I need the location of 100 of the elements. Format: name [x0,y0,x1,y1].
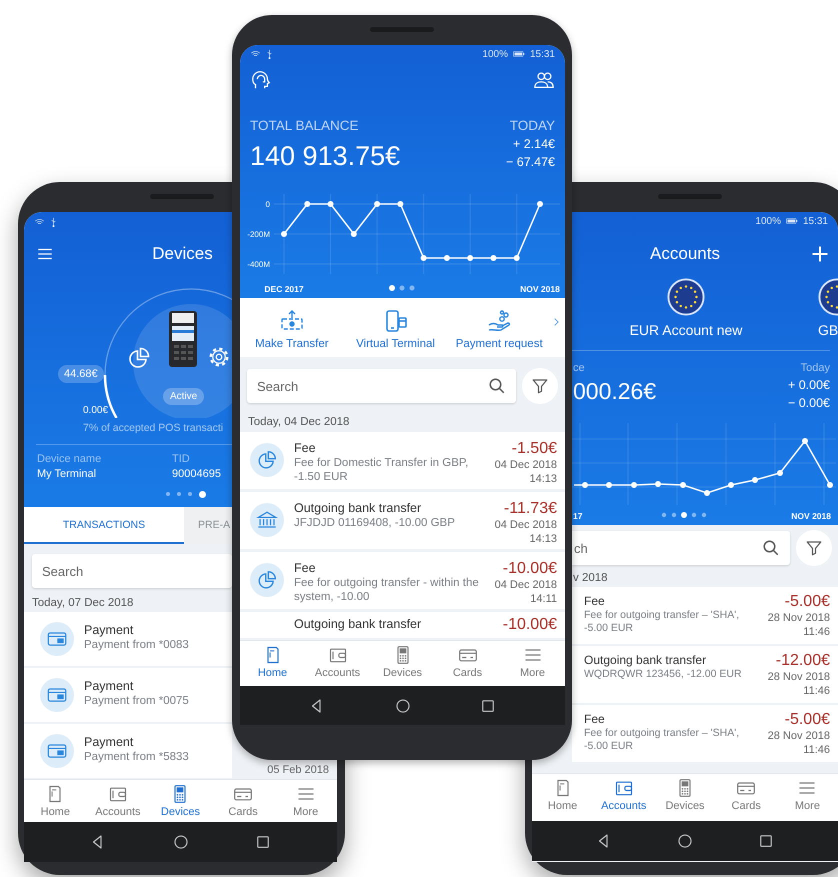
transaction-row[interactable]: Fee Fee for Domestic Transfer in GBP, -1.50 EUR -1.50€ 04 Dec 2018 14:13 [240,432,565,489]
transaction-description: Fee for outgoing transfer – 'SHA', -5.00 EUR [584,609,740,635]
transaction-row[interactable]: Outgoing bank transfer -10.00€ [240,612,565,638]
nav-item[interactable]: Cards [212,780,274,822]
recent-apps-icon[interactable] [757,832,775,850]
today-income: + 2.14€ [512,136,555,153]
data-point [490,255,496,261]
screen-title: Devices [152,244,213,264]
transaction-date: 04 Dec 2018 [494,578,557,592]
page-dot[interactable] [188,492,192,496]
battery-icon [784,215,800,227]
transaction-row[interactable]: Payment Payment from *5833 [24,724,232,778]
nav-item[interactable]: Home [24,780,87,822]
card-terminal-drawing [168,310,198,368]
transaction-amount: -5.00€ [784,711,830,729]
nav-item[interactable]: Cards [716,774,777,821]
search-field[interactable]: Search [247,369,516,403]
home-icon[interactable] [172,833,190,851]
nav-item[interactable]: Devices [370,641,435,686]
search-field[interactable]: Search [32,554,232,588]
data-point [350,231,357,237]
search-icon[interactable] [488,377,506,395]
nav-item[interactable]: More [274,780,337,822]
add-icon[interactable] [810,244,830,264]
transaction-title: Payment [84,734,134,750]
eu-flag-icon[interactable] [667,278,705,316]
filter-button[interactable] [522,368,558,404]
nav-item[interactable]: Devices [149,780,212,822]
pie-chart-icon[interactable] [127,346,151,370]
data-point [537,201,543,207]
transaction-row[interactable]: Payment Payment from *0075 [24,668,232,722]
today-label: TODAY [510,117,555,135]
quick-action[interactable]: Payment request [447,305,552,350]
tab[interactable]: PRE-A [184,507,232,544]
transaction-title: Fee [294,560,316,576]
data-point [514,255,520,261]
data-point [420,255,427,261]
transaction-amount: -12.00€ [776,652,830,670]
account-name[interactable]: GB [818,322,838,338]
date-header: Today, 07 Dec 2018 [32,597,134,609]
filter-button[interactable] [796,530,832,566]
quick-action[interactable]: Virtual Terminal [344,305,448,350]
transaction-title: Fee [294,440,316,456]
data-point [281,231,287,237]
transaction-amount: -10.00€ [502,616,557,634]
date-header: Today, 04 Dec 2018 [248,416,350,428]
transaction-row[interactable]: Fee Fee for outgoing transfer - within the system, -10.00 -10.00€ 04 Dec 2018 14:11 [240,552,565,609]
detail-label: TID [172,453,190,465]
transaction-row[interactable]: Outgoing bank transfer JFJDJD 01169408, -10.00 GBP -11.73€ 04 Dec 2018 14:13 [240,492,565,549]
transaction-row[interactable]: Fee Fee for outgoing transfer – 'SHA', -5.00 EUR -5.00€ 28 Nov 2018 11:46 [572,705,838,762]
nav-item[interactable]: Accounts [593,774,654,821]
transaction-date: 05 Feb 2018 [267,764,329,776]
nav-item[interactable]: More [776,774,838,821]
nav-item[interactable]: Home [532,774,594,821]
data-point [328,201,334,207]
transaction-date: 04 Dec 2018 [494,458,557,472]
transaction-row[interactable]: Payment Payment from *0083 [24,612,232,666]
settings-icon[interactable] [208,346,230,368]
data-point [397,201,404,207]
search-field[interactable]: ch [572,531,790,565]
battery-icon [510,48,527,60]
transaction-title: Outgoing bank transfer [294,500,422,516]
balance-amount: 140 913.75€ [250,141,400,172]
nav-item[interactable]: Cards [435,641,500,686]
status-badge: Active [163,388,204,405]
transaction-row[interactable]: Fee Fee for outgoing transfer – 'SHA', -5.00 EUR -5.00€ 28 Nov 2018 11:46 [572,587,838,644]
transaction-amount: -11.73€ [504,500,557,518]
home-icon[interactable] [394,697,412,715]
page-dot[interactable] [199,490,206,498]
nav-item[interactable]: More [500,641,565,686]
nav-item[interactable]: Accounts [305,641,370,686]
home-icon[interactable] [676,832,694,850]
hand-coins-icon [487,309,512,333]
data-point [374,201,380,207]
transaction-time: 11:46 [803,684,830,698]
today-income: + 0.00€ [788,377,830,394]
axis-label: 17 [573,511,582,521]
clock-time: 15:31 [530,48,555,60]
transaction-description: Fee for outgoing transfer - within the system, -10.00 [294,576,480,604]
transaction-title: Outgoing bank transfer [294,616,422,632]
search-icon[interactable] [762,539,780,557]
page-dot[interactable] [166,492,170,496]
battery-percentage: 100% [482,48,508,60]
balance-label: ce [573,361,585,376]
nav-item[interactable]: Accounts [86,780,150,822]
nav-item[interactable]: Devices [654,774,716,821]
nav-item[interactable]: Home [240,641,305,686]
page-dot[interactable] [177,492,181,496]
transaction-time: 14:13 [529,472,557,486]
transaction-title: Outgoing bank transfer [584,652,706,668]
transaction-description: Fee for Domestic Transfer in GBP, -1.50 EUR [294,456,470,484]
axis-label: NOV 2018 [520,284,560,294]
transaction-row[interactable]: Outgoing bank transfer WQDRQWR 123456, -12.00 EUR -12.00€ 28 Nov 2018 11:46 [572,646,838,703]
card-icon [40,622,74,656]
support-icon[interactable] [250,69,272,91]
transaction-time: 11:46 [803,625,830,639]
quick-action[interactable]: Make Transfer [240,305,344,350]
transaction-description: Fee for outgoing transfer – 'SHA', -5.00 EUR [584,727,740,753]
account-name[interactable]: EUR Account new [630,322,742,338]
pie-chart-icon [250,563,284,597]
